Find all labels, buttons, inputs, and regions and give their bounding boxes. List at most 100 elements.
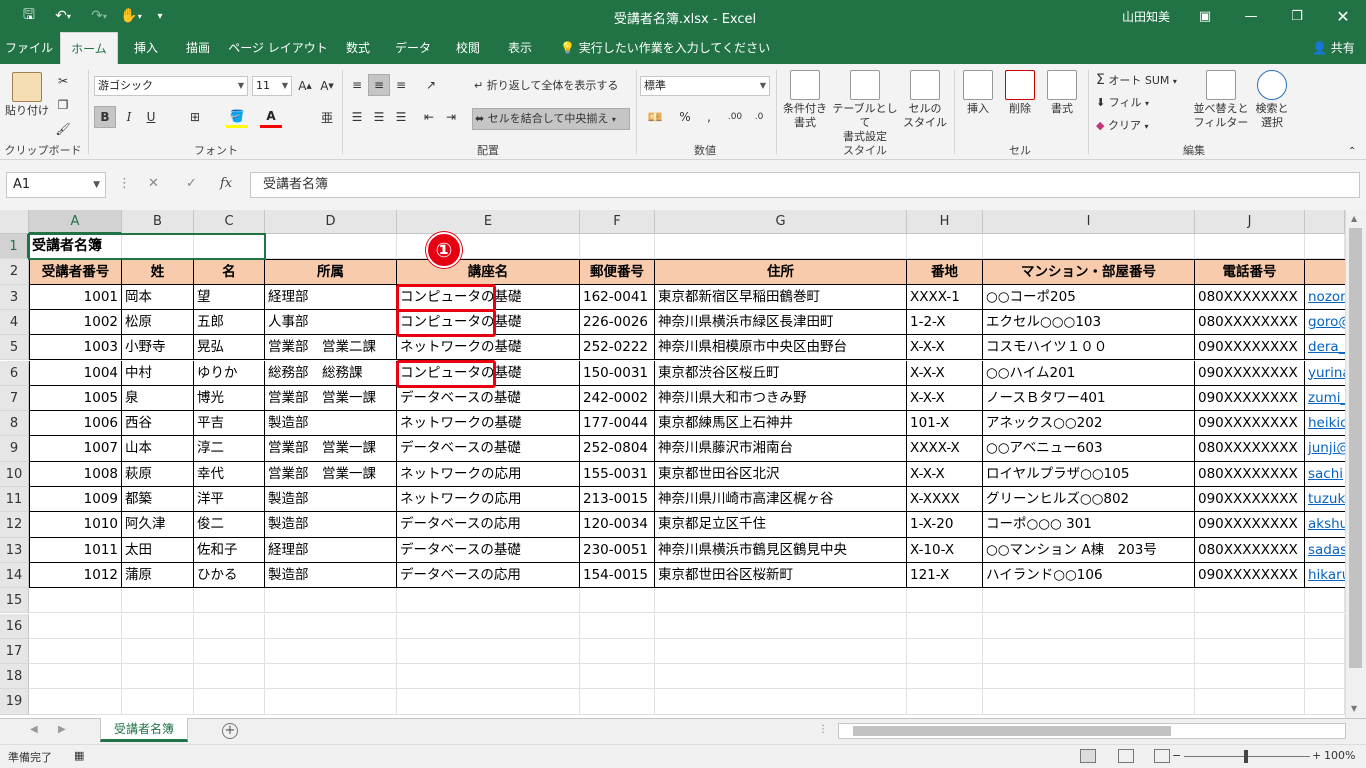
data-cell[interactable]: ○○ハイム201: [983, 360, 1195, 386]
data-cell[interactable]: ネットワークの応用: [397, 461, 580, 487]
empty-cell[interactable]: [397, 664, 580, 690]
empty-cell[interactable]: [655, 613, 907, 639]
header-cell[interactable]: 住所: [655, 259, 907, 285]
data-cell[interactable]: 150-0031: [580, 360, 655, 386]
data-cell[interactable]: 神奈川県大和市つきみ野: [655, 385, 907, 412]
data-cell[interactable]: 213-0015: [580, 487, 655, 513]
empty-cell[interactable]: [580, 613, 655, 639]
currency-icon[interactable]: 💴: [640, 106, 670, 128]
sort-filter-button[interactable]: 並べ替えと フィルター: [1192, 70, 1250, 130]
tab-file[interactable]: ファイル: [0, 32, 58, 64]
row-header-3[interactable]: 3: [0, 284, 29, 310]
format-cells-button[interactable]: 書式: [1042, 70, 1082, 116]
empty-cell[interactable]: [194, 638, 265, 665]
empty-cell[interactable]: [29, 638, 122, 665]
enter-icon[interactable]: ✓: [186, 176, 197, 191]
data-cell[interactable]: 1-2-X: [907, 309, 983, 336]
data-cell[interactable]: 経理部: [265, 537, 397, 563]
data-cell[interactable]: ○○マンション A棟 203号: [983, 537, 1195, 563]
column-header-c[interactable]: C: [194, 210, 265, 234]
decrease-font-icon[interactable]: A ▼: [316, 75, 338, 97]
row-header-8[interactable]: 8: [0, 411, 29, 437]
tab-formulas[interactable]: 数式: [334, 32, 382, 64]
data-cell[interactable]: 080XXXXXXXX: [1195, 284, 1305, 310]
row-header-15[interactable]: 15: [0, 588, 29, 614]
empty-cell[interactable]: [655, 234, 907, 260]
cancel-icon[interactable]: ✕: [148, 176, 159, 191]
row-header-2[interactable]: 2: [0, 259, 29, 285]
sheet-next-icon[interactable]: ▶: [58, 724, 66, 735]
row-header-6[interactable]: 6: [0, 360, 29, 386]
empty-cell[interactable]: [122, 588, 194, 614]
empty-cell[interactable]: [1195, 638, 1305, 665]
data-cell[interactable]: 小野寺: [122, 335, 194, 361]
column-header-h[interactable]: H: [907, 210, 983, 234]
data-cell[interactable]: 望: [194, 284, 265, 310]
data-cell[interactable]: XXXX-1: [907, 284, 983, 310]
zoom-level[interactable]: 100%: [1324, 749, 1355, 762]
data-cell[interactable]: 121-X: [907, 562, 983, 589]
data-cell[interactable]: ノースＢタワー401: [983, 385, 1195, 412]
sheet-prev-icon[interactable]: ◀: [30, 724, 38, 735]
increase-indent-icon[interactable]: ⇥: [440, 106, 462, 128]
empty-cell[interactable]: [122, 689, 194, 715]
data-cell[interactable]: 製造部: [265, 562, 397, 589]
empty-cell[interactable]: [194, 689, 265, 715]
empty-cell[interactable]: [122, 664, 194, 690]
sheet-title-cell[interactable]: 受講者名簿: [29, 234, 122, 260]
clear-button[interactable]: ◆ クリア ▾: [1096, 118, 1148, 135]
conditional-format-button[interactable]: 条件付き 書式: [780, 70, 830, 130]
data-cell[interactable]: ネットワークの応用: [397, 487, 580, 513]
data-cell[interactable]: 五郎: [194, 309, 265, 336]
empty-cell[interactable]: [397, 689, 580, 715]
empty-cell[interactable]: [580, 234, 655, 260]
data-cell[interactable]: 東京都世田谷区北沢: [655, 461, 907, 487]
data-cell[interactable]: コンピュータの基礎: [397, 309, 580, 336]
data-cell[interactable]: グリーンヒルズ○○802: [983, 487, 1195, 513]
empty-cell[interactable]: [907, 638, 983, 665]
share-button[interactable]: 👤 共有: [1312, 32, 1355, 64]
empty-cell[interactable]: [983, 613, 1195, 639]
empty-cell[interactable]: [580, 664, 655, 690]
empty-cell[interactable]: [907, 234, 983, 260]
empty-cell[interactable]: [194, 234, 265, 260]
row-header-13[interactable]: 13: [0, 537, 29, 563]
data-cell[interactable]: データベースの基礎: [397, 385, 580, 412]
row-header-1[interactable]: 1: [0, 234, 29, 260]
font-name-combo[interactable]: 游ゴシック ▼: [94, 76, 248, 96]
data-cell[interactable]: ○○アベニュー603: [983, 436, 1195, 462]
find-select-button[interactable]: 検索と 選択: [1252, 70, 1292, 130]
data-cell[interactable]: yurina: [1305, 361, 1345, 386]
data-cell[interactable]: 1003: [29, 335, 122, 361]
comma-icon[interactable]: ,: [698, 106, 720, 128]
header-cell[interactable]: 名: [194, 259, 265, 285]
data-cell[interactable]: コンピュータの基礎: [397, 360, 580, 386]
bold-button[interactable]: B: [94, 106, 116, 128]
data-cell[interactable]: 1009: [29, 487, 122, 513]
empty-cell[interactable]: [1195, 588, 1305, 614]
empty-cell[interactable]: [122, 638, 194, 665]
row-header-14[interactable]: 14: [0, 562, 29, 589]
header-cell[interactable]: 姓: [122, 259, 194, 285]
data-cell[interactable]: 淳二: [194, 436, 265, 462]
data-cell[interactable]: 阿久津: [122, 512, 194, 538]
tab-draw[interactable]: 描画: [174, 32, 222, 64]
row-header-18[interactable]: 18: [0, 664, 29, 690]
empty-cell[interactable]: [194, 613, 265, 639]
empty-cell[interactable]: [1305, 613, 1345, 639]
row-header-9[interactable]: 9: [0, 436, 29, 462]
scroll-down-icon[interactable]: ▼: [1351, 704, 1357, 713]
data-cell[interactable]: X-XXXX: [907, 487, 983, 513]
data-cell[interactable]: ロイヤルプラザ○○105: [983, 461, 1195, 487]
data-cell[interactable]: 神奈川県横浜市鶴見区鶴見中央: [655, 537, 907, 563]
tab-insert[interactable]: 挿入: [120, 32, 172, 64]
data-cell[interactable]: 営業部 営業二課: [265, 335, 397, 361]
empty-cell[interactable]: [1195, 234, 1305, 260]
delete-cells-button[interactable]: 削除: [1000, 70, 1040, 116]
empty-cell[interactable]: [907, 588, 983, 614]
data-cell[interactable]: 総務部 総務課: [265, 360, 397, 386]
data-cell[interactable]: 1012: [29, 562, 122, 589]
page-layout-view-icon[interactable]: [1118, 749, 1134, 763]
empty-cell[interactable]: [983, 588, 1195, 614]
data-cell[interactable]: 090XXXXXXXX: [1195, 360, 1305, 386]
